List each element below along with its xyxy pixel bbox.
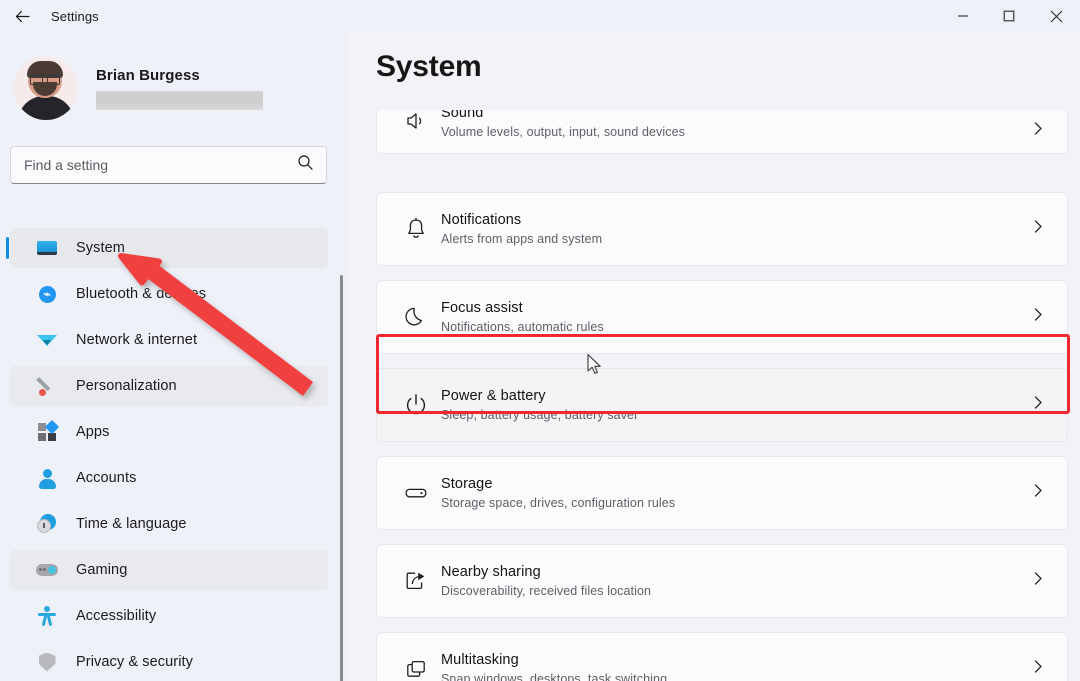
chevron-right-icon [1031, 220, 1045, 239]
windows-stack-icon [399, 656, 433, 681]
settings-card-nearby-sharing[interactable]: Nearby sharing Discoverability, received… [376, 544, 1068, 618]
paintbrush-icon [36, 375, 58, 397]
accessibility-icon [36, 605, 58, 627]
card-title: Storage [441, 476, 675, 492]
share-icon [399, 568, 433, 594]
account-email-redacted [96, 91, 263, 110]
apps-grid-icon [36, 421, 58, 443]
card-title: Focus assist [441, 300, 604, 316]
card-title: Power & battery [441, 388, 638, 404]
settings-card-sound[interactable]: Sound Volume levels, output, input, soun… [376, 108, 1068, 154]
moon-icon [399, 304, 433, 330]
drive-icon [399, 480, 433, 506]
card-subtitle: Alerts from apps and system [441, 232, 602, 246]
chevron-right-icon [1031, 660, 1045, 679]
sidebar-item-bluetooth-devices[interactable]: ⌁ Bluetooth & devices [10, 274, 328, 314]
account-profile[interactable]: Brian Burgess [14, 56, 348, 120]
back-button[interactable] [0, 0, 44, 32]
speaker-icon [399, 109, 433, 133]
account-name: Brian Burgess [96, 67, 263, 84]
card-subtitle: Notifications, automatic rules [441, 320, 604, 334]
sidebar-item-gaming[interactable]: Gaming [10, 550, 328, 590]
sidebar-scrollbar[interactable] [340, 275, 343, 681]
chevron-right-icon [1031, 484, 1045, 503]
sidebar-item-label: System [76, 240, 125, 256]
settings-card-power-battery[interactable]: Power & battery Sleep, battery usage, ba… [376, 368, 1068, 442]
sidebar-item-label: Privacy & security [76, 654, 193, 670]
bell-icon [399, 216, 433, 242]
main-header: System [348, 32, 1080, 110]
sidebar-item-accessibility[interactable]: Accessibility [10, 596, 328, 636]
card-subtitle: Discoverability, received files location [441, 584, 651, 598]
close-button[interactable] [1032, 0, 1080, 32]
wifi-icon [36, 329, 58, 351]
minimize-icon [957, 10, 969, 22]
sidebar: Brian Burgess Find a setting System [0, 32, 348, 681]
person-icon [36, 467, 58, 489]
main-content: Sound Volume levels, output, input, soun… [348, 32, 1080, 681]
monitor-icon [36, 237, 58, 259]
card-subtitle: Storage space, drives, configuration rul… [441, 496, 675, 510]
chevron-right-icon [1031, 396, 1045, 415]
search-icon[interactable] [297, 154, 314, 176]
settings-card-list: Sound Volume levels, output, input, soun… [348, 110, 1080, 681]
gamepad-icon [36, 559, 58, 581]
card-subtitle: Sleep, battery usage, battery saver [441, 408, 638, 422]
window-title: Settings [51, 9, 99, 24]
close-icon [1050, 10, 1063, 23]
page-title: System [376, 50, 482, 84]
sidebar-item-accounts[interactable]: Accounts [10, 458, 328, 498]
maximize-icon [1003, 10, 1015, 22]
sidebar-item-label: Network & internet [76, 332, 197, 348]
search-box[interactable]: Find a setting [10, 146, 327, 184]
sidebar-item-time-language[interactable]: Time & language [10, 504, 328, 544]
sidebar-item-label: Accessibility [76, 608, 156, 624]
power-icon [399, 392, 433, 418]
settings-card-focus-assist[interactable]: Focus assist Notifications, automatic ru… [376, 280, 1068, 354]
card-title: Nearby sharing [441, 564, 651, 580]
chevron-right-icon [1031, 308, 1045, 327]
clock-icon [36, 513, 58, 535]
window-controls [940, 0, 1080, 32]
sidebar-item-system[interactable]: System [10, 228, 328, 268]
sidebar-item-personalization[interactable]: Personalization [10, 366, 328, 406]
settings-card-storage[interactable]: Storage Storage space, drives, configura… [376, 456, 1068, 530]
maximize-button[interactable] [986, 0, 1032, 32]
sidebar-item-apps[interactable]: Apps [10, 412, 328, 452]
settings-window: Settings [0, 0, 1080, 681]
selection-accent-bar [6, 237, 9, 259]
chevron-right-icon [1031, 572, 1045, 591]
back-arrow-icon [14, 8, 31, 25]
card-title: Notifications [441, 212, 602, 228]
chevron-right-icon [1031, 122, 1045, 141]
title-bar: Settings [0, 0, 1080, 32]
sidebar-item-label: Apps [76, 424, 109, 440]
card-title: Multitasking [441, 652, 667, 668]
sidebar-item-label: Accounts [76, 470, 136, 486]
avatar [14, 56, 78, 120]
sidebar-item-label: Time & language [76, 516, 187, 532]
bluetooth-icon: ⌁ [36, 283, 58, 305]
card-subtitle: Volume levels, output, input, sound devi… [441, 125, 685, 139]
settings-card-notifications[interactable]: Notifications Alerts from apps and syste… [376, 192, 1068, 266]
sidebar-item-label: Bluetooth & devices [76, 286, 206, 302]
sidebar-item-label: Gaming [76, 562, 127, 578]
search-input[interactable]: Find a setting [24, 157, 108, 173]
sidebar-item-privacy-security[interactable]: Privacy & security [10, 642, 328, 681]
settings-card-multitasking[interactable]: Multitasking Snap windows, desktops, tas… [376, 632, 1068, 681]
shield-icon [36, 651, 58, 673]
minimize-button[interactable] [940, 0, 986, 32]
sidebar-item-network-internet[interactable]: Network & internet [10, 320, 328, 360]
sidebar-item-label: Personalization [76, 378, 177, 394]
card-subtitle: Snap windows, desktops, task switching [441, 672, 667, 681]
sidebar-nav: System ⌁ Bluetooth & devices Network & i… [0, 228, 348, 681]
